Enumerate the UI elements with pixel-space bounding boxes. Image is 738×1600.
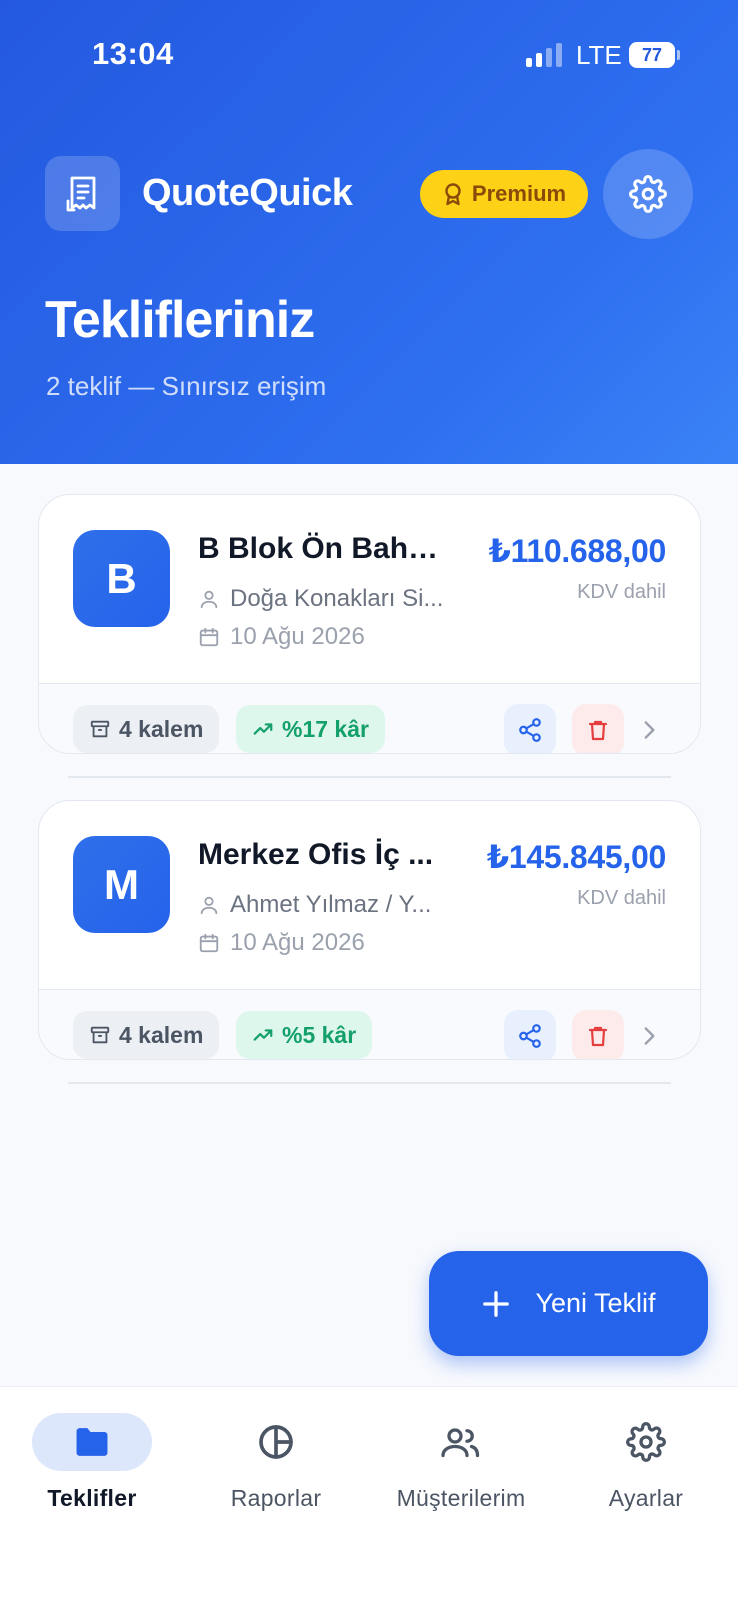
archive-icon [90, 1026, 110, 1044]
nav-label: Raporlar [230, 1485, 322, 1511]
divider [68, 1082, 671, 1084]
quote-vat-label: KDV dahil [577, 581, 666, 603]
quote-date-row: 10 Ağu 2026 [198, 929, 365, 957]
share-button[interactable] [504, 704, 556, 753]
profit-chip: %17 kâr [236, 705, 385, 753]
battery-icon: 77 [629, 42, 680, 68]
item-count-chip: 4 kalem [73, 705, 220, 753]
quote-amount: ₺110.688,00 [488, 533, 667, 569]
signal-icon [526, 43, 562, 67]
chevron-right-icon [644, 721, 655, 739]
trash-icon [588, 1026, 608, 1047]
calendar-icon [199, 627, 219, 647]
item-count: 4 kalem [119, 715, 204, 742]
quote-card-body[interactable]: B B Blok Ön Bahç... Doğa Konakları Si...… [39, 495, 700, 683]
quote-date: 10 Ağu 2026 [230, 929, 365, 956]
quote-card-body[interactable]: M Merkez Ofis İç ... Ahmet Yılmaz / Y...… [39, 801, 700, 989]
premium-badge[interactable]: Premium [420, 170, 588, 218]
award-icon [445, 183, 461, 206]
status-time: 13:04 [92, 36, 174, 71]
nav-label: Teklifler [47, 1485, 137, 1511]
item-count: 4 kalem [119, 1021, 204, 1048]
trash-icon [588, 720, 608, 741]
archive-icon [90, 720, 110, 738]
trend-up-icon [253, 723, 273, 735]
page-title: Teklifleriniz [45, 291, 315, 349]
chevron-right-icon [644, 1027, 655, 1045]
quote-client: Doğa Konakları Si... [230, 585, 444, 612]
profit-chip: %5 kâr [236, 1011, 373, 1059]
premium-label: Premium [471, 181, 567, 206]
status-bar: 13:04 LTE 77 [0, 0, 738, 110]
person-icon [200, 590, 218, 609]
quote-card-footer: 4 kalem %5 kâr [39, 989, 700, 1059]
quote-title: Merkez Ofis İç ... [198, 838, 434, 871]
share-button[interactable] [504, 1010, 556, 1059]
gear-icon [626, 1422, 666, 1462]
delete-button[interactable] [572, 704, 624, 753]
page-subtitle: 2 teklif — Sınırsız erişim [46, 371, 327, 401]
bottom-nav: Teklifler Raporlar Müşterilerim Ayarlar [0, 1386, 738, 1600]
app-name: QuoteQuick [142, 172, 353, 214]
quote-card[interactable]: M Merkez Ofis İç ... Ahmet Yılmaz / Y...… [38, 800, 701, 1060]
nav-label: Müşterilerim [396, 1485, 526, 1511]
settings-button[interactable] [603, 149, 693, 239]
profit-label: %5 kâr [282, 1021, 357, 1048]
person-icon [200, 896, 218, 915]
pie-chart-icon [259, 1425, 293, 1459]
open-quote-button[interactable] [629, 704, 669, 753]
delete-button[interactable] [572, 1010, 624, 1059]
folder-icon [76, 1428, 108, 1456]
nav-item-teklifler[interactable]: Teklifler [2, 1413, 182, 1512]
divider [68, 776, 671, 778]
trend-up-icon [253, 1029, 273, 1041]
quote-vat-label: KDV dahil [577, 887, 666, 909]
battery-level: 77 [641, 45, 663, 65]
item-count-chip: 4 kalem [73, 1011, 220, 1059]
header: 13:04 LTE 77 QuoteQuick Premium Teklifle… [0, 0, 738, 464]
new-quote-button[interactable]: Yeni Teklif [429, 1251, 708, 1356]
nav-item-musterilerim[interactable]: Müşterilerim [371, 1413, 551, 1512]
share-icon [519, 1024, 541, 1048]
receipt-icon [45, 156, 120, 231]
quote-date: 10 Ağu 2026 [230, 623, 365, 650]
plus-icon [483, 1290, 510, 1317]
quote-date-row: 10 Ağu 2026 [198, 623, 365, 651]
nav-label: Ayarlar [608, 1485, 684, 1511]
nav-item-raporlar[interactable]: Raporlar [186, 1413, 366, 1512]
quote-card[interactable]: B B Blok Ön Bahç... Doğa Konakları Si...… [38, 494, 701, 754]
profit-label: %17 kâr [282, 715, 369, 742]
quote-card-footer: 4 kalem %17 kâr [39, 683, 700, 753]
nav-item-ayarlar[interactable]: Ayarlar [556, 1413, 736, 1512]
quote-client-row: Doğa Konakları Si... [198, 585, 443, 613]
quote-avatar: M [73, 836, 170, 933]
new-quote-label: Yeni Teklif [535, 1288, 656, 1318]
quote-title: B Blok Ön Bahç... [198, 532, 448, 565]
network-label: LTE [576, 40, 622, 70]
calendar-icon [199, 933, 219, 953]
share-icon [519, 718, 541, 742]
gear-icon [629, 175, 667, 213]
quote-avatar: B [73, 530, 170, 627]
open-quote-button[interactable] [629, 1010, 669, 1059]
users-icon [441, 1428, 480, 1458]
quote-client: Ahmet Yılmaz / Y... [230, 891, 432, 918]
quote-client-row: Ahmet Yılmaz / Y... [198, 891, 431, 919]
quote-amount: ₺145.845,00 [486, 839, 666, 875]
